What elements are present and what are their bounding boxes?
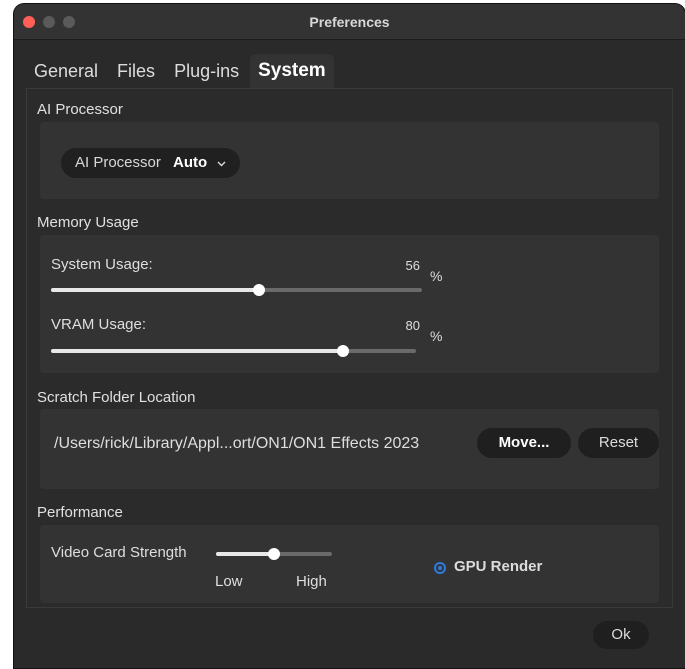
- video-card-strength-label: Video Card Strength: [51, 544, 187, 561]
- move-button[interactable]: Move...: [477, 428, 571, 458]
- system-usage-value[interactable]: 56: [380, 258, 420, 273]
- reset-button[interactable]: Reset: [578, 428, 659, 458]
- performance-box: Video Card Strength Low High GPU Render: [40, 525, 659, 603]
- vram-usage-slider-fill: [51, 349, 343, 353]
- window-title: Preferences: [309, 14, 390, 30]
- system-usage-label: System Usage:: [51, 256, 153, 273]
- tab-plug-ins[interactable]: Plug-ins: [166, 54, 247, 88]
- ai-processor-section-label: AI Processor: [37, 101, 123, 118]
- memory-usage-section-label: Memory Usage: [37, 214, 139, 231]
- memory-usage-box: System Usage: 56 % VRAM Usage: 80 %: [40, 235, 659, 373]
- system-panel: AI Processor AI Processor Auto Memory Us…: [26, 88, 673, 608]
- scratch-folder-section-label: Scratch Folder Location: [37, 389, 196, 406]
- low-label: Low: [215, 573, 243, 590]
- scratch-folder-box: /Users/rick/Library/Appl...ort/ON1/ON1 E…: [40, 409, 659, 489]
- performance-section-label: Performance: [37, 504, 123, 521]
- tab-general[interactable]: General: [26, 54, 106, 88]
- video-card-strength-slider[interactable]: [216, 548, 332, 560]
- video-card-strength-slider-knob[interactable]: [268, 548, 280, 560]
- gpu-render-radio[interactable]: [434, 562, 446, 574]
- high-label: High: [296, 573, 327, 590]
- ai-processor-dropdown-label: AI Processor: [75, 154, 161, 171]
- vram-usage-unit: %: [430, 328, 443, 344]
- tab-files[interactable]: Files: [109, 54, 163, 88]
- vram-usage-label: VRAM Usage:: [51, 316, 147, 333]
- ai-processor-box: AI Processor Auto: [40, 122, 659, 199]
- ai-processor-dropdown-value: Auto: [173, 154, 208, 171]
- preferences-window: Preferences General Files Plug-ins Syste…: [14, 4, 685, 668]
- title-bar: Preferences: [14, 4, 685, 40]
- video-card-strength-slider-fill: [216, 552, 274, 556]
- vram-usage-slider[interactable]: [51, 345, 416, 357]
- system-usage-slider[interactable]: [51, 284, 422, 296]
- tab-system[interactable]: System: [250, 54, 334, 88]
- chevron-down-icon: [217, 148, 226, 178]
- ai-processor-dropdown[interactable]: AI Processor Auto: [61, 148, 241, 178]
- gpu-render-label[interactable]: GPU Render: [454, 558, 542, 575]
- system-usage-unit: %: [430, 268, 443, 284]
- ok-button[interactable]: Ok: [593, 621, 649, 649]
- vram-usage-slider-knob[interactable]: [337, 345, 349, 357]
- tab-bar: General Files Plug-ins System: [26, 54, 337, 88]
- system-usage-slider-fill: [51, 288, 259, 292]
- system-usage-slider-knob[interactable]: [252, 284, 265, 296]
- vram-usage-value[interactable]: 80: [380, 318, 420, 333]
- scratch-folder-path: /Users/rick/Library/Appl...ort/ON1/ON1 E…: [54, 435, 420, 452]
